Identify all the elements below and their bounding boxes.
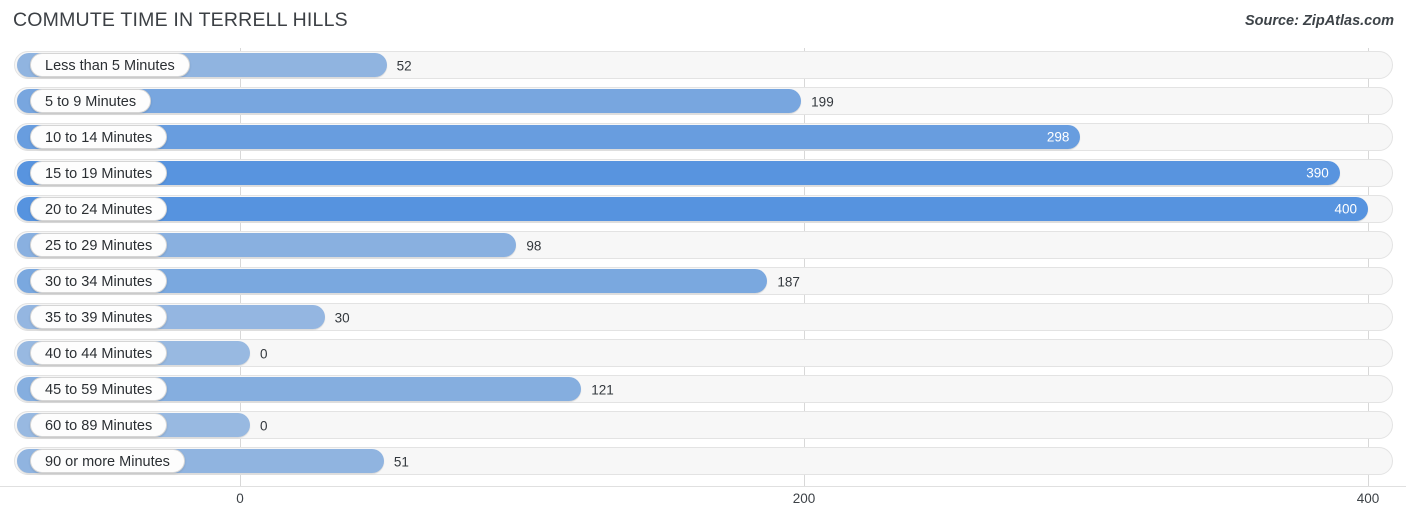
chart-row: 390 15 to 19 Minutes bbox=[0, 156, 1406, 192]
bar[interactable]: 298 bbox=[17, 125, 1081, 149]
axis-line bbox=[0, 486, 1406, 487]
category-label: 10 to 14 Minutes bbox=[30, 125, 168, 149]
category-label: 20 to 24 Minutes bbox=[30, 197, 168, 221]
chart-row: 51 90 or more Minutes bbox=[0, 444, 1406, 480]
chart-row: 0 60 to 89 Minutes bbox=[0, 408, 1406, 444]
chart-row: 52 Less than 5 Minutes bbox=[0, 48, 1406, 84]
bar-value-label: 121 bbox=[591, 382, 614, 398]
bar-value-label: 0 bbox=[260, 418, 268, 434]
bar-value-label: 187 bbox=[777, 274, 800, 290]
category-label: 30 to 34 Minutes bbox=[30, 269, 168, 293]
x-tick-label: 200 bbox=[792, 491, 816, 506]
source-attribution: Source: ZipAtlas.com bbox=[1244, 13, 1394, 29]
chart-row: 30 35 to 39 Minutes bbox=[0, 300, 1406, 336]
x-tick-label: 400 bbox=[1356, 491, 1380, 506]
chart-row: 0 40 to 44 Minutes bbox=[0, 336, 1406, 372]
category-label: 5 to 9 Minutes bbox=[30, 89, 152, 113]
chart-plot-area: 52 Less than 5 Minutes 199 5 to 9 Minutes 29… bbox=[0, 48, 1406, 486]
category-label: 35 to 39 Minutes bbox=[30, 305, 168, 329]
x-tick-label: 0 bbox=[236, 491, 244, 506]
chart-row: 98 25 to 29 Minutes bbox=[0, 228, 1406, 264]
x-axis: 0 200 400 bbox=[0, 486, 1406, 522]
chart-row: 298 10 to 14 Minutes bbox=[0, 120, 1406, 156]
page-title: COMMUTE TIME IN TERRELL HILLS bbox=[13, 9, 348, 31]
bar[interactable]: 400 bbox=[17, 197, 1368, 221]
chart-row: 199 5 to 9 Minutes bbox=[0, 84, 1406, 120]
bar-value-label: 0 bbox=[260, 346, 268, 362]
category-label: 45 to 59 Minutes bbox=[30, 377, 168, 401]
category-label: Less than 5 Minutes bbox=[30, 53, 190, 77]
bar-value-label: 199 bbox=[811, 94, 834, 110]
bar-value-label: 30 bbox=[334, 310, 350, 326]
bar-value-label: 390 bbox=[1306, 165, 1329, 181]
chart-row: 187 30 to 34 Minutes bbox=[0, 264, 1406, 300]
chart-header: COMMUTE TIME IN TERRELL HILLS Source: Zi… bbox=[0, 0, 1406, 44]
chart-row: 121 45 to 59 Minutes bbox=[0, 372, 1406, 408]
bar-value-label: 298 bbox=[1046, 129, 1070, 145]
category-label: 60 to 89 Minutes bbox=[30, 413, 168, 437]
bar[interactable]: 390 bbox=[17, 161, 1340, 185]
category-label: 15 to 19 Minutes bbox=[30, 161, 168, 185]
category-label: 25 to 29 Minutes bbox=[30, 233, 168, 257]
bar-value-label: 52 bbox=[396, 58, 412, 74]
category-label: 40 to 44 Minutes bbox=[30, 341, 168, 365]
bar-value-label: 400 bbox=[1334, 201, 1357, 217]
category-label: 90 or more Minutes bbox=[30, 449, 185, 473]
bar-value-label: 51 bbox=[393, 454, 409, 470]
chart-row: 400 20 to 24 Minutes bbox=[0, 192, 1406, 228]
bar-value-label: 98 bbox=[526, 238, 542, 254]
